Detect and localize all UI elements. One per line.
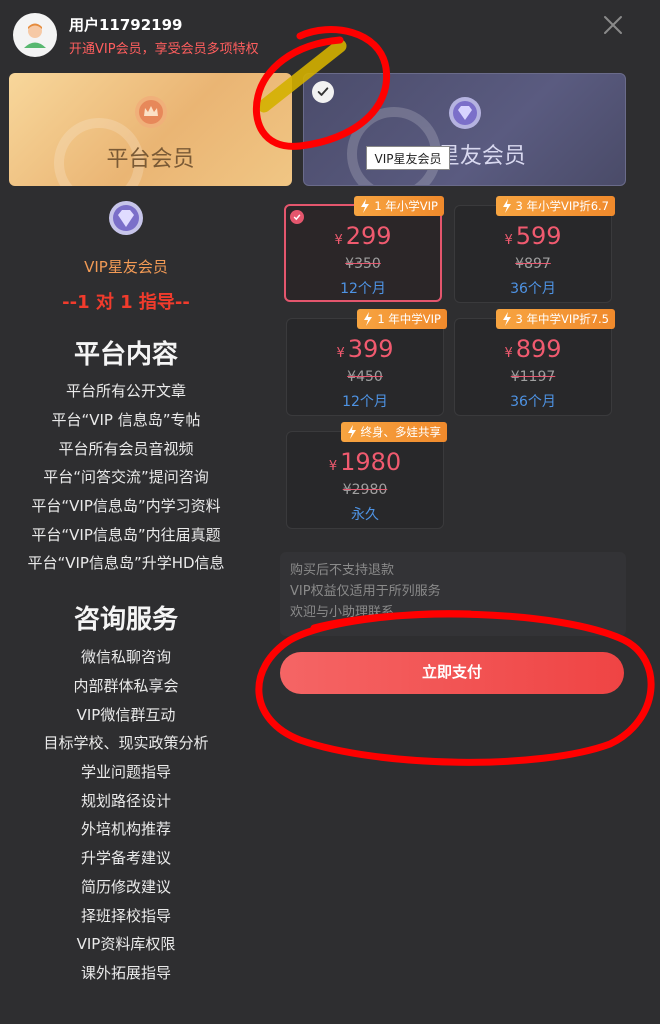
member-type-title: VIP星友会员 bbox=[84, 258, 168, 276]
service-item: VIP资料库权限 bbox=[76, 935, 176, 953]
plan-duration: 永久 bbox=[351, 507, 379, 523]
plan-price: ¥399 bbox=[336, 335, 394, 363]
header: 用户11792199 开通VIP会员，享受会员多项特权 bbox=[0, 0, 660, 66]
service-item: 简历修改建议 bbox=[80, 878, 171, 896]
user-avatar-icon bbox=[24, 23, 46, 48]
crown-medal-icon bbox=[134, 96, 167, 128]
service-heading: 咨询服务 bbox=[73, 605, 178, 635]
tab-vip-star-member[interactable]: VIP星友会员 bbox=[303, 73, 626, 186]
plan-card-primary-1yr[interactable]: 1 年小学VIP ¥299 ¥350 12个月 bbox=[284, 196, 444, 302]
lightning-icon bbox=[502, 312, 511, 326]
plan-badge: 1 年小学VIP bbox=[354, 196, 444, 216]
vip-promo-text: 开通VIP会员，享受会员多项特权 bbox=[69, 42, 259, 57]
note-line: VIP权益仅适用于所列服务 bbox=[290, 584, 441, 599]
service-item: 微信私聊咨询 bbox=[80, 648, 171, 666]
lightning-icon bbox=[361, 199, 370, 213]
benefit-item: 平台所有公开文章 bbox=[65, 382, 186, 400]
plan-original-price: ¥450 bbox=[347, 369, 383, 385]
plan-card-lifetime[interactable]: 终身、多娃共享 ¥1980 ¥2980 永久 bbox=[286, 422, 447, 529]
service-item: 升学备考建议 bbox=[80, 849, 171, 867]
note-line: 购买后不支持退款 bbox=[290, 563, 395, 578]
benefit-item: 平台“VIP 信息岛”专帖 bbox=[51, 411, 201, 429]
close-icon bbox=[604, 16, 622, 34]
service-item: 目标学校、现实政策分析 bbox=[43, 734, 209, 752]
plan-badge: 3 年中学VIP折7.5 bbox=[495, 309, 615, 329]
lightning-icon bbox=[364, 312, 373, 326]
diamond-medal-icon bbox=[448, 97, 481, 129]
service-item: 内部群体私享会 bbox=[73, 677, 179, 695]
diamond-medal-icon bbox=[109, 201, 143, 235]
plan-badge: 3 年小学VIP折6.7 bbox=[495, 196, 615, 216]
note-line: 欢迎与小助理联系 bbox=[290, 605, 395, 620]
plan-original-price: ¥897 bbox=[515, 256, 551, 272]
service-item: 课外拓展指导 bbox=[80, 964, 171, 982]
plan-price: ¥1980 bbox=[328, 448, 402, 476]
plan-card-middle-1yr[interactable]: 1 年中学VIP ¥399 ¥450 12个月 bbox=[286, 309, 447, 416]
service-item: VIP微信群互动 bbox=[76, 706, 176, 724]
plan-original-price: ¥2980 bbox=[342, 482, 388, 498]
tab-star-label: VIP星友会员 bbox=[403, 144, 526, 169]
plan-price: ¥899 bbox=[504, 335, 562, 363]
benefit-item: 平台“VIP信息岛”内学习资料 bbox=[31, 497, 221, 515]
plan-price: ¥299 bbox=[334, 222, 392, 250]
plan-badge: 1 年中学VIP bbox=[357, 309, 447, 329]
tooltip: VIP星友会员 bbox=[366, 146, 450, 170]
tab-platform-member[interactable]: 平台会员 bbox=[9, 73, 292, 186]
close-button[interactable] bbox=[600, 12, 626, 38]
plan-badge: 终身、多娃共享 bbox=[340, 422, 447, 442]
lightning-icon bbox=[502, 199, 511, 213]
check-icon bbox=[317, 87, 329, 96]
service-item: 学业问题指导 bbox=[80, 763, 171, 781]
plan-duration: 12个月 bbox=[342, 394, 388, 410]
lightning-icon bbox=[347, 425, 356, 439]
plan-duration: 36个月 bbox=[510, 394, 556, 410]
service-item: 择班择校指导 bbox=[80, 907, 171, 925]
purchase-notes: 购买后不支持退款 VIP权益仅适用于所列服务 欢迎与小助理联系 bbox=[280, 552, 626, 636]
tab-platform-label: 平台会员 bbox=[106, 147, 195, 172]
username: 用户11792199 bbox=[69, 16, 183, 34]
benefit-item: 平台“VIP信息岛”内往届真题 bbox=[31, 526, 221, 544]
avatar[interactable] bbox=[13, 13, 57, 57]
plan-duration: 36个月 bbox=[510, 281, 556, 297]
plan-card-middle-3yr[interactable]: 3 年中学VIP折7.5 ¥899 ¥1197 36个月 bbox=[454, 309, 615, 416]
plan-price: ¥599 bbox=[504, 222, 562, 250]
plan-duration: 12个月 bbox=[340, 281, 386, 297]
service-item: 外培机构推荐 bbox=[80, 820, 171, 838]
service-item: 规划路径设计 bbox=[80, 792, 171, 810]
benefit-item: 平台所有会员音视频 bbox=[58, 440, 194, 458]
plan-original-price: ¥350 bbox=[345, 256, 381, 272]
pay-now-button[interactable]: 立即支付 bbox=[280, 652, 624, 694]
plan-original-price: ¥1197 bbox=[510, 369, 556, 385]
benefit-item: 平台“问答交流”提问咨询 bbox=[43, 468, 209, 486]
check-icon bbox=[293, 214, 301, 221]
guide-tagline: --1 对 1 指导-- bbox=[62, 292, 190, 313]
selected-tab-check bbox=[312, 81, 334, 103]
plan-card-primary-3yr[interactable]: 3 年小学VIP折6.7 ¥599 ¥897 36个月 bbox=[454, 196, 615, 303]
content-heading: 平台内容 bbox=[73, 340, 178, 370]
benefit-item: 平台“VIP信息岛”升学HD信息 bbox=[27, 554, 225, 572]
